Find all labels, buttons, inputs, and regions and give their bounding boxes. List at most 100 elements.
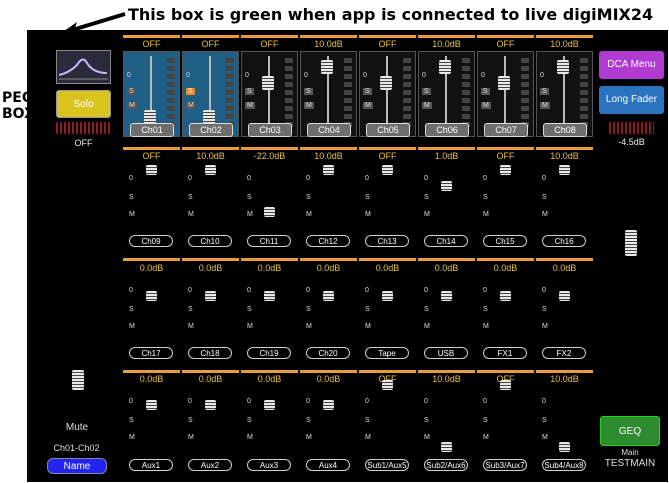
- bank3-value: 0.0dB: [257, 263, 282, 273]
- fader-knob[interactable]: [382, 291, 393, 301]
- name-button[interactable]: Name: [47, 458, 107, 474]
- mute-indicator[interactable]: M: [363, 102, 373, 109]
- channel-name[interactable]: Aux2: [188, 459, 232, 471]
- mute-label[interactable]: Mute: [47, 422, 107, 436]
- fader-knob[interactable]: [500, 165, 511, 175]
- channel-name[interactable]: Ch15: [483, 235, 527, 247]
- fader-knob[interactable]: [323, 400, 334, 410]
- long-fader-button[interactable]: Long Fader: [599, 86, 664, 114]
- zero-label: 0: [422, 72, 426, 79]
- solo-indicator[interactable]: S: [127, 88, 136, 95]
- fader-knob[interactable]: [146, 291, 157, 301]
- mute-indicator[interactable]: M: [304, 102, 314, 109]
- fader-knob[interactable]: [439, 60, 451, 74]
- mute-indicator[interactable]: M: [186, 102, 196, 109]
- fader-knob[interactable]: [557, 60, 569, 74]
- m-label: M: [306, 434, 312, 441]
- fader-knob[interactable]: [500, 380, 511, 390]
- fader-knob[interactable]: [441, 181, 452, 191]
- fader-knob[interactable]: [382, 380, 393, 390]
- channel-name[interactable]: Ch16: [542, 235, 586, 247]
- zero-label: 0: [304, 72, 308, 79]
- zero-label: 0: [306, 398, 310, 405]
- channel-name[interactable]: Aux1: [129, 459, 173, 471]
- fader-knob[interactable]: [205, 291, 216, 301]
- fader-knob[interactable]: [321, 60, 333, 74]
- fader-knob[interactable]: [264, 291, 275, 301]
- peq-box[interactable]: [56, 50, 111, 84]
- bank3-rule: [300, 258, 357, 261]
- channel-name[interactable]: Tape: [365, 347, 409, 359]
- fader-knob[interactable]: [559, 165, 570, 175]
- channel-name[interactable]: Ch18: [188, 347, 232, 359]
- mute-indicator[interactable]: M: [422, 102, 432, 109]
- mute-indicator[interactable]: M: [127, 102, 137, 109]
- channel-name[interactable]: Ch03: [248, 123, 292, 137]
- solo-button[interactable]: Solo: [56, 90, 111, 118]
- mute-indicator[interactable]: M: [245, 102, 255, 109]
- channel-name[interactable]: Ch13: [365, 235, 409, 247]
- channel-name[interactable]: Ch05: [366, 123, 410, 137]
- fader-knob[interactable]: [146, 165, 157, 175]
- channel-name[interactable]: Ch08: [543, 123, 587, 137]
- channel-name[interactable]: Sub3/Aux7: [483, 459, 527, 471]
- geq-button[interactable]: GEQ: [600, 416, 660, 446]
- channel-name[interactable]: Sub1/Aux5: [365, 459, 409, 471]
- fader-track: [386, 56, 388, 130]
- fader-knob[interactable]: [262, 76, 274, 90]
- solo-indicator[interactable]: S: [245, 88, 254, 95]
- fader-knob[interactable]: [441, 442, 452, 452]
- channel-name[interactable]: Sub2/Aux6: [424, 459, 468, 471]
- solo-indicator[interactable]: S: [540, 88, 549, 95]
- meter-segment: [226, 98, 234, 103]
- solo-indicator[interactable]: S: [422, 88, 431, 95]
- fader-knob[interactable]: [264, 207, 275, 217]
- solo-indicator[interactable]: S: [363, 88, 372, 95]
- fader-knob[interactable]: [323, 165, 334, 175]
- fader-knob[interactable]: [205, 400, 216, 410]
- solo-indicator[interactable]: S: [186, 88, 195, 95]
- fader-knob[interactable]: [264, 400, 275, 410]
- dca-menu-button[interactable]: DCA Menu: [599, 51, 664, 79]
- channel-name[interactable]: USB: [424, 347, 468, 359]
- channel-name[interactable]: Ch10: [188, 235, 232, 247]
- fader-knob[interactable]: [380, 76, 392, 90]
- solo-indicator[interactable]: S: [481, 88, 490, 95]
- meter-segment: [580, 98, 588, 103]
- channel-name[interactable]: Aux3: [247, 459, 291, 471]
- channel-name[interactable]: Ch09: [129, 235, 173, 247]
- fader-knob[interactable]: [441, 291, 452, 301]
- fader-knob[interactable]: [203, 110, 215, 124]
- fader-knob[interactable]: [323, 291, 334, 301]
- channel-name[interactable]: FX1: [483, 347, 527, 359]
- fader-knob[interactable]: [144, 110, 156, 124]
- solo-indicator[interactable]: S: [304, 88, 313, 95]
- channel-name[interactable]: Ch17: [129, 347, 173, 359]
- bank1-top-rule: [300, 35, 357, 38]
- channel-name[interactable]: Ch20: [306, 347, 350, 359]
- channel-name[interactable]: Ch06: [425, 123, 469, 137]
- fader-knob[interactable]: [382, 165, 393, 175]
- channel-name[interactable]: Ch01: [130, 123, 174, 137]
- fader-knob[interactable]: [498, 76, 510, 90]
- channel-name[interactable]: Ch07: [484, 123, 528, 137]
- main-fader[interactable]: [624, 230, 638, 270]
- channel-name[interactable]: Ch02: [189, 123, 233, 137]
- channel-name[interactable]: Ch14: [424, 235, 468, 247]
- fader-knob[interactable]: [559, 291, 570, 301]
- channel-name[interactable]: Aux4: [306, 459, 350, 471]
- channel-name[interactable]: Ch12: [306, 235, 350, 247]
- channel-name[interactable]: FX2: [542, 347, 586, 359]
- fader-knob[interactable]: [559, 442, 570, 452]
- channel-name[interactable]: Sub4/Aux8: [542, 459, 586, 471]
- m-label: M: [188, 211, 194, 218]
- mute-indicator[interactable]: M: [481, 102, 491, 109]
- channel-name[interactable]: Ch11: [247, 235, 291, 247]
- mute-indicator[interactable]: M: [540, 102, 550, 109]
- channel-name[interactable]: Ch04: [307, 123, 351, 137]
- fader-knob[interactable]: [500, 291, 511, 301]
- fader-knob[interactable]: [205, 165, 216, 175]
- left-fader[interactable]: [71, 370, 85, 410]
- channel-name[interactable]: Ch19: [247, 347, 291, 359]
- fader-knob[interactable]: [146, 400, 157, 410]
